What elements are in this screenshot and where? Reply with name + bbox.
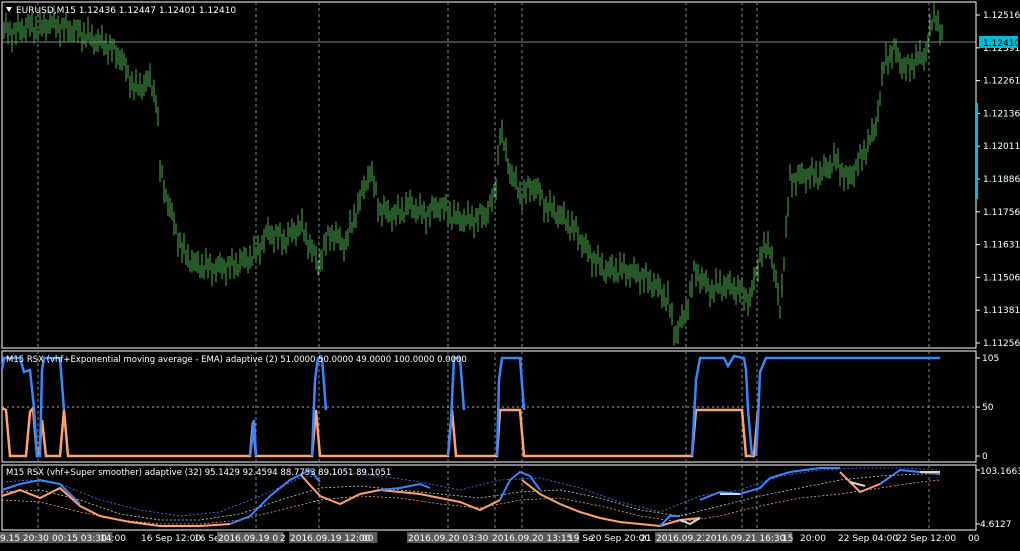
time-label: 22 Sep 04:00: [838, 534, 898, 544]
indicator-panel-2[interactable]: M15 RSX (vhf+Super smoother) adaptive (3…: [1, 464, 977, 531]
indicator-1-axis: 105 50 0: [975, 351, 999, 462]
time-label: 2016.09.20 13:15: [492, 534, 572, 544]
chart-window[interactable]: EURUSD,M15 1.12436 1.12447 1.12401 1.124…: [0, 0, 1020, 551]
time-label: 21: [640, 534, 651, 544]
time-axis: 9.15 20:30 00:15 03:3014:00 16 Sep 12:0016…: [0, 529, 980, 544]
svg-text:103.1663: 103.1663: [980, 467, 1020, 477]
price-tick-label: 1.11631: [983, 241, 1020, 251]
price-tick-label: 1.11381: [983, 306, 1020, 316]
header-label: EURUSD,M15 1.12436 1.12447 1.12401 1.124…: [6, 6, 236, 16]
price-axis: 1.125161.123911.122611.121361.120111.118…: [975, 2, 1020, 349]
time-label: 20:00: [800, 534, 826, 544]
time-label: 22 Sep 12:00: [896, 534, 956, 544]
current-price-value: 1.12410: [983, 39, 1020, 49]
svg-text:0: 0: [982, 452, 988, 462]
indicator-panel-1[interactable]: M15 RSX (vhf+Exponential moving average …: [0, 350, 977, 463]
price-tick-label: 1.11756: [983, 208, 1020, 218]
time-label: 9.15 20:30: [0, 534, 49, 544]
time-label: 2016.09.21: [656, 534, 708, 544]
time-label: 2016.09.19 0: [218, 534, 278, 544]
price-tick-label: 1.11506: [983, 273, 1020, 283]
time-label: 2: [280, 534, 286, 544]
time-label: 15: [782, 534, 793, 544]
svg-text:50: 50: [982, 403, 994, 413]
scrollbar-indicator[interactable]: [975, 103, 978, 199]
price-tick-label: 1.12136: [983, 109, 1020, 119]
time-label: 00:15 03:30: [52, 534, 107, 544]
main-price-panel[interactable]: EURUSD,M15 1.12436 1.12447 1.12401 1.124…: [1, 1, 977, 349]
price-tick-label: 1.12261: [983, 77, 1020, 87]
indicator-1-title: M15 RSX (vhf+Exponential moving average …: [6, 355, 467, 365]
time-label: 2016.09.19 12:00: [290, 534, 371, 544]
time-label: 2016.09.20 03:30: [408, 534, 489, 544]
svg-text:4.6127: 4.6127: [980, 520, 1012, 530]
time-label: 14:00: [100, 534, 126, 544]
time-label: 00: [362, 534, 374, 544]
time-label: 00: [968, 534, 980, 544]
price-tick-label: 1.11256: [983, 339, 1020, 349]
svg-text:105: 105: [982, 354, 999, 364]
time-label: 16 Sep 12:00: [141, 534, 201, 544]
price-tick-label: 1.12516: [983, 11, 1020, 21]
time-label: 2016.09.21 16:30: [705, 534, 786, 544]
price-tick-label: 1.12011: [983, 142, 1020, 152]
indicator-2-axis: 103.1663 4.6127: [975, 465, 1020, 530]
price-tick-label: 1.11886: [983, 175, 1020, 185]
indicator-2-title: M15 RSX (vhf+Super smoother) adaptive (3…: [6, 468, 391, 478]
symbol-info-text: EURUSD,M15 1.12436 1.12447 1.12401 1.124…: [16, 6, 236, 16]
